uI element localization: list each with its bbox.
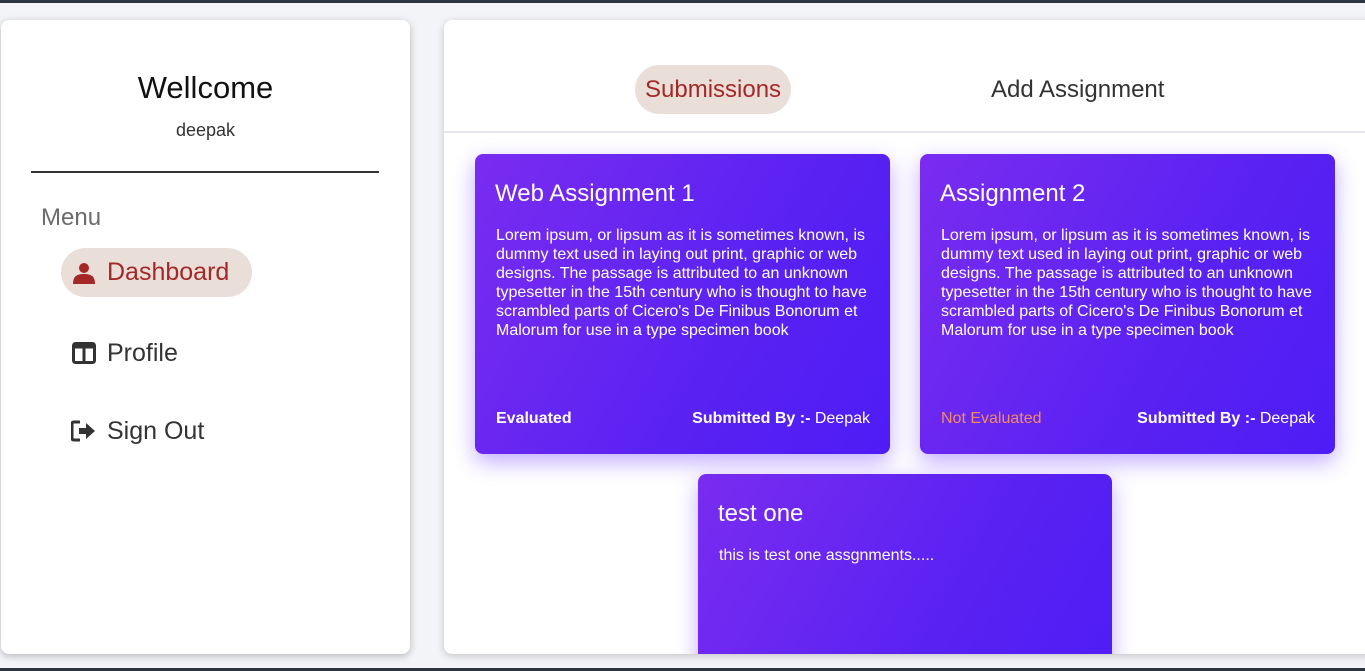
welcome-title: Wellcome — [137, 70, 274, 105]
submitter-name: Deepak — [814, 410, 870, 427]
submitted-by: Submitted By :- Deepak — [692, 410, 870, 428]
menu-heading: Menu — [41, 204, 102, 231]
assignment-description: Lorem ipsum, or lipsum as it is sometime… — [941, 227, 1312, 339]
assignment-card[interactable]: Assignment 2 Lorem ipsum, or lipsum as i… — [920, 154, 1335, 454]
window-top-border — [0, 0, 1365, 3]
assignment-title: test one — [718, 500, 804, 527]
assignment-title: Assignment 2 — [940, 180, 1086, 207]
submitted-by: Submitted By :- Deepak — [1137, 410, 1315, 428]
sidebar-item-profile[interactable]: Profile — [71, 338, 178, 368]
main-panel: Submissions Add Assignment Web Assignmen… — [444, 20, 1365, 654]
divider — [31, 171, 379, 173]
tab-add-assignment[interactable]: Add Assignment — [991, 65, 1164, 114]
status-badge: Not Evaluated — [941, 410, 1042, 427]
sidebar-item-signout[interactable]: Sign Out — [71, 416, 204, 446]
tab-submissions[interactable]: Submissions — [635, 65, 792, 114]
submitter-name: Deepak — [1259, 410, 1315, 427]
username: deepak — [175, 120, 236, 140]
sidebar-item-label: Sign Out — [107, 416, 205, 445]
user-icon — [71, 260, 97, 286]
assignment-title: Web Assignment 1 — [495, 180, 695, 207]
tab-bar: Submissions Add Assignment — [444, 20, 1365, 133]
sidebar: Wellcome deepak Menu Dashboard Profile S… — [1, 20, 410, 654]
sign-out-icon — [71, 418, 97, 444]
assignment-card[interactable]: Web Assignment 1 Lorem ipsum, or lipsum … — [475, 154, 890, 454]
sidebar-item-dashboard[interactable]: Dashboard — [61, 248, 253, 297]
assignment-description: this is test one assgnments..... — [719, 547, 935, 564]
status-badge: Evaluated — [496, 410, 572, 427]
columns-icon — [71, 340, 97, 366]
assignment-card[interactable]: test one this is test one assgnments....… — [698, 474, 1112, 654]
submitted-by-label: Submitted By :- — [692, 410, 811, 427]
submitted-by-label: Submitted By :- — [1137, 410, 1256, 427]
sidebar-item-label: Dashboard — [107, 258, 230, 286]
assignment-description: Lorem ipsum, or lipsum as it is sometime… — [496, 227, 867, 339]
sidebar-item-label: Profile — [107, 338, 178, 367]
